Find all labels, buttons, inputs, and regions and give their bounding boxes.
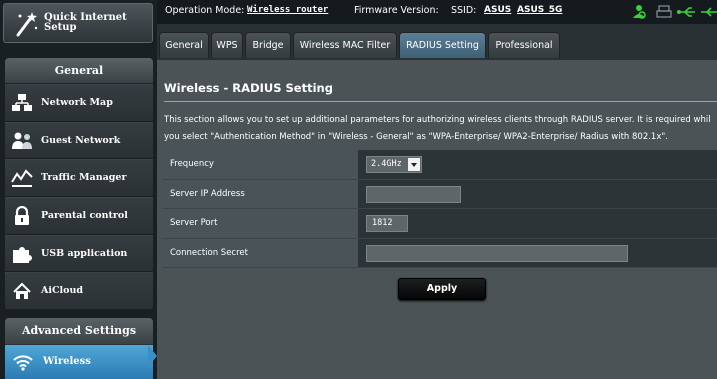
frequency-select[interactable]: 2.4GHz <box>366 156 422 173</box>
form-row-connection-secret: Connection Secret <box>163 238 717 268</box>
advanced-settings-header: Advanced Settings <box>5 318 153 344</box>
ssid-2g-link[interactable]: ASUS <box>484 5 511 15</box>
page-description: This section allows you to set up additi… <box>164 115 711 142</box>
usb-status-icon-2[interactable] <box>701 7 717 17</box>
wifi-icon <box>13 355 33 371</box>
sidebar-item-parental-control[interactable]: Parental control <box>5 197 153 235</box>
sidebar-item-label: USB application <box>41 247 128 259</box>
user-status-icon[interactable] <box>633 5 646 19</box>
sidebar-item-label: Guest Network <box>41 134 121 146</box>
firmware-version-label: Firmware Version: <box>354 5 439 16</box>
sidebar-item-label: Traffic Manager <box>41 172 127 184</box>
sidebar-item-label: Parental control <box>41 210 128 222</box>
general-menu-header: General <box>5 58 153 84</box>
connection-secret-input[interactable] <box>366 244 628 262</box>
server-port-label: Server Port <box>163 209 358 238</box>
page-title: Wireless - RADIUS Setting <box>164 81 333 95</box>
tab-wireless-mac-filter[interactable]: Wireless MAC Filter <box>293 32 397 58</box>
usb-status-icon[interactable] <box>677 7 695 17</box>
active-item-pointer <box>148 345 157 367</box>
ssid-5g-link[interactable]: ASUS_5G <box>517 5 562 15</box>
status-icons <box>633 5 717 19</box>
sidebar-item-aicloud[interactable]: AiCloud <box>5 272 153 310</box>
operation-mode-link[interactable]: Wireless router <box>247 5 328 15</box>
sidebar-item-label: Network Map <box>41 97 113 108</box>
quick-internet-setup-label: Quick Internet Setup <box>44 12 127 33</box>
guest-network-icon <box>12 132 32 149</box>
title-divider <box>164 101 717 102</box>
server-ip-label: Server IP Address <box>163 179 358 208</box>
apply-button[interactable]: Apply <box>398 278 486 300</box>
chevron-down-icon <box>408 158 420 171</box>
tab-wps[interactable]: WPS <box>211 32 243 58</box>
frequency-label: Frequency <box>163 150 358 179</box>
sidebar: Quick Internet Setup General Network Map… <box>0 0 157 379</box>
sidebar-item-wireless[interactable]: Wireless <box>5 345 153 379</box>
tab-professional[interactable]: Professional <box>488 32 560 58</box>
sidebar-item-usb-application[interactable]: USB application <box>5 234 153 273</box>
tab-bar: General WPS Bridge Wireless MAC Filter R… <box>157 24 717 60</box>
tab-radius-setting[interactable]: RADIUS Setting <box>399 32 486 58</box>
puzzle-icon <box>13 246 32 263</box>
tab-bridge[interactable]: Bridge <box>245 32 291 58</box>
form-row-server-port: Server Port 1812 <box>163 209 717 239</box>
sidebar-item-traffic-manager[interactable]: Traffic Manager <box>5 159 153 198</box>
tab-general[interactable]: General <box>159 32 209 58</box>
form-row-server-ip: Server IP Address <box>163 179 717 209</box>
lock-icon <box>15 206 29 226</box>
network-map-icon <box>12 94 32 111</box>
magic-wand-icon <box>16 12 38 37</box>
printer-status-icon[interactable] <box>656 5 672 18</box>
sidebar-item-guest-network[interactable]: Guest Network <box>5 121 153 160</box>
traffic-manager-icon <box>11 169 33 188</box>
sidebar-item-network-map[interactable]: Network Map <box>5 84 153 122</box>
status-bar: Operation Mode: Wireless router Firmware… <box>157 0 717 24</box>
radius-settings-form: Frequency 2.4GHz Server IP Address Serve… <box>163 150 717 268</box>
operation-mode-label: Operation Mode: <box>165 5 245 16</box>
form-row-frequency: Frequency 2.4GHz <box>163 150 717 180</box>
advanced-settings-menu: Advanced Settings Wireless <box>5 318 153 379</box>
connection-secret-label: Connection Secret <box>163 238 358 267</box>
cloud-home-icon <box>13 283 31 300</box>
ssid-label: SSID: <box>451 5 477 16</box>
server-ip-input[interactable] <box>366 185 461 203</box>
server-port-input[interactable]: 1812 <box>366 215 408 232</box>
content-panel: Wireless - RADIUS Setting This section a… <box>157 60 717 379</box>
quick-internet-setup-button[interactable]: Quick Internet Setup <box>3 3 153 43</box>
sidebar-item-label: Wireless <box>43 356 91 367</box>
general-menu: General Network Map Guest Network Traffi… <box>5 58 153 310</box>
sidebar-item-label: AiCloud <box>41 285 84 297</box>
